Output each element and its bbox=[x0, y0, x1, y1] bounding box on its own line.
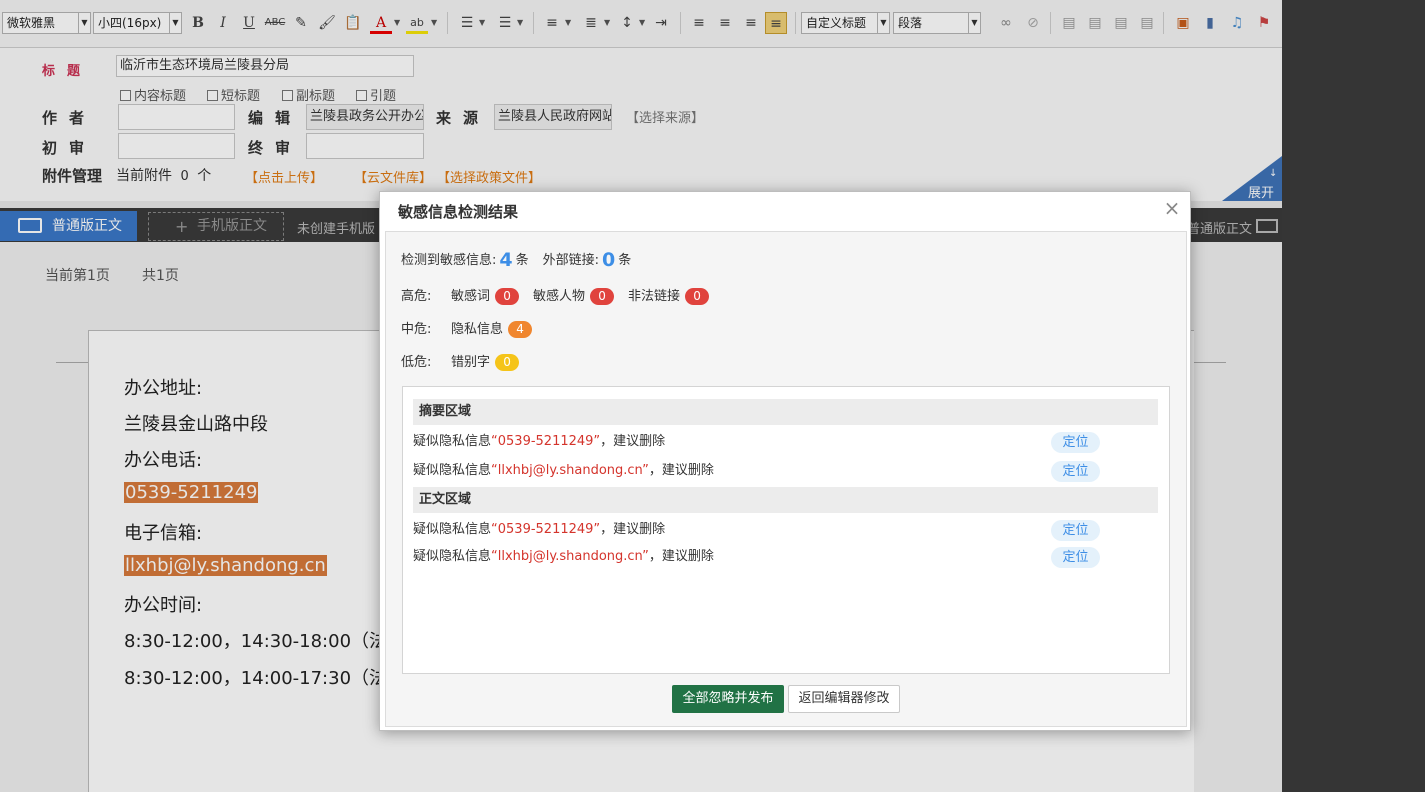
low-risk-label: 低危: bbox=[401, 355, 432, 370]
locate-button[interactable]: 定位 bbox=[1051, 547, 1100, 568]
result-prefix: 疑似隐私信息 bbox=[413, 522, 492, 537]
medium-risk-row: 中危: 隐私信息 4 bbox=[401, 318, 546, 338]
risk-item-name: 错别字 bbox=[451, 355, 491, 370]
section-header-summary: 摘要区域 bbox=[413, 399, 1158, 425]
result-value: “0539-5211249” bbox=[491, 522, 601, 537]
external-count: 0 bbox=[602, 249, 616, 271]
high-risk-row: 高危: 敏感词 0 敏感人物 0 非法链接 0 bbox=[401, 285, 723, 305]
back-to-editor-button[interactable]: 返回编辑器修改 bbox=[788, 685, 900, 713]
result-suffix: ，建议删除 bbox=[648, 549, 714, 564]
low-risk-row: 低危: 错别字 0 bbox=[401, 351, 533, 371]
high-risk-label: 高危: bbox=[401, 289, 432, 304]
result-item: 疑似隐私信息“0539-5211249”，建议删除 定位 bbox=[413, 517, 1158, 543]
count-badge: 4 bbox=[508, 321, 533, 338]
result-prefix: 疑似隐私信息 bbox=[413, 434, 492, 449]
count-badge: 0 bbox=[685, 288, 710, 305]
medium-risk-item: 隐私信息 4 bbox=[451, 321, 533, 338]
result-item: 疑似隐私信息“0539-5211249”，建议删除 定位 bbox=[413, 429, 1158, 455]
result-value: “llxhbj@ly.shandong.cn” bbox=[491, 463, 649, 478]
result-value: “llxhbj@ly.shandong.cn” bbox=[491, 549, 649, 564]
ignore-and-publish-button[interactable]: 全部忽略并发布 bbox=[672, 685, 784, 713]
close-icon[interactable]: × bbox=[1162, 198, 1182, 218]
external-unit: 条 bbox=[618, 253, 632, 268]
locate-button[interactable]: 定位 bbox=[1051, 432, 1100, 453]
low-risk-item: 错别字 0 bbox=[451, 354, 520, 371]
count-badge: 0 bbox=[495, 288, 520, 305]
external-prefix: 外部链接: bbox=[542, 253, 600, 268]
result-prefix: 疑似隐私信息 bbox=[413, 549, 492, 564]
section-header-body: 正文区域 bbox=[413, 487, 1158, 513]
sensitive-check-dialog: 敏感信息检测结果 × 检测到敏感信息: 4 条外部链接: 0 条 高危: 敏感词 0 敏感人物… bbox=[379, 191, 1191, 731]
risk-item-name: 敏感人物 bbox=[533, 289, 586, 304]
summary-row: 检测到敏感信息: 4 条外部链接: 0 条 bbox=[401, 249, 631, 271]
result-suffix: ，建议删除 bbox=[648, 463, 714, 478]
result-value: “0539-5211249” bbox=[491, 434, 601, 449]
result-item: 疑似隐私信息“llxhbj@ly.shandong.cn”，建议删除 定位 bbox=[413, 544, 1158, 570]
detected-prefix: 检测到敏感信息: bbox=[401, 253, 497, 268]
result-list: 摘要区域 疑似隐私信息“0539-5211249”，建议删除 定位 疑似隐私信息… bbox=[402, 386, 1170, 674]
count-badge: 0 bbox=[590, 288, 615, 305]
high-risk-item: 非法链接 0 bbox=[628, 288, 710, 305]
risk-item-name: 敏感词 bbox=[451, 289, 491, 304]
result-prefix: 疑似隐私信息 bbox=[413, 463, 492, 478]
detected-count: 4 bbox=[499, 249, 513, 271]
count-badge: 0 bbox=[495, 354, 520, 371]
result-suffix: ，建议删除 bbox=[600, 522, 666, 537]
risk-item-name: 非法链接 bbox=[628, 289, 681, 304]
locate-button[interactable]: 定位 bbox=[1051, 461, 1100, 482]
locate-button[interactable]: 定位 bbox=[1051, 520, 1100, 541]
high-risk-item: 敏感词 0 bbox=[451, 288, 520, 305]
detected-unit: 条 bbox=[515, 253, 529, 268]
dialog-title: 敏感信息检测结果 bbox=[398, 203, 519, 221]
risk-item-name: 隐私信息 bbox=[451, 322, 504, 337]
result-item: 疑似隐私信息“llxhbj@ly.shandong.cn”，建议删除 定位 bbox=[413, 458, 1158, 484]
dialog-body: 检测到敏感信息: 4 条外部链接: 0 条 高危: 敏感词 0 敏感人物 0 非法链接 0 中危: 隐… bbox=[385, 231, 1187, 727]
result-suffix: ，建议删除 bbox=[600, 434, 666, 449]
medium-risk-label: 中危: bbox=[401, 322, 432, 337]
high-risk-item: 敏感人物 0 bbox=[533, 288, 615, 305]
